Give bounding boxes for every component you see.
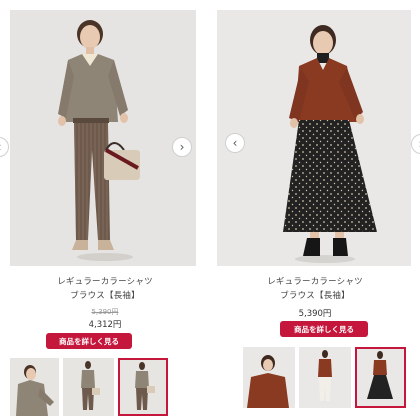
- thumbnail-strip: [243, 347, 406, 408]
- product-name-line2: ブラウス【長袖】: [280, 291, 350, 301]
- thumbnail-white-pants[interactable]: [299, 347, 351, 408]
- thumbnail-image: [299, 347, 351, 408]
- thumbnail-strip: [10, 358, 168, 416]
- model-rust-shirt-image: [217, 10, 411, 266]
- thumbnail-full-body[interactable]: [63, 358, 114, 416]
- next-image-arrow-icon[interactable]: ›: [172, 137, 192, 157]
- view-details-button[interactable]: 商品を詳しく見る: [46, 333, 132, 349]
- product-name-line1: レギュラーカラーシャツ: [57, 277, 153, 287]
- prev-image-arrow-icon[interactable]: ‹: [0, 137, 9, 157]
- thumbnail-image: [243, 347, 295, 408]
- thumbnail-front[interactable]: [10, 358, 59, 416]
- model-khaki-shirt-image: [10, 10, 196, 266]
- product-name-line1: レギュラーカラーシャツ: [267, 277, 363, 287]
- prev-image-arrow-icon[interactable]: ‹: [225, 133, 245, 153]
- thumbnail-image: [63, 358, 114, 416]
- product-card-right: ‹ › レギュラーカラーシャツ ブラウス【長袖】 5,390円 商品を詳しく見る: [210, 0, 420, 420]
- product-main-image[interactable]: ›: [10, 10, 196, 266]
- view-details-button[interactable]: 商品を詳しく見る: [280, 321, 368, 337]
- product-name-line2: ブラウス【長袖】: [70, 291, 140, 301]
- next-image-arrow-icon[interactable]: ›: [411, 134, 420, 154]
- thumbnail-side[interactable]: [118, 358, 168, 416]
- price: 5,390円: [298, 309, 332, 319]
- sale-price: 4,312円: [88, 320, 122, 330]
- original-price: 5,390円: [91, 308, 119, 316]
- product-card-left: › ‹ レギュラーカラーシャツ ブラウス【長袖】 5,390円 4,312円 商…: [0, 0, 210, 420]
- thumbnail-front[interactable]: [243, 347, 295, 408]
- thumbnail-skirt[interactable]: [355, 347, 406, 408]
- thumbnail-image: [10, 358, 59, 416]
- product-main-image[interactable]: ‹: [217, 10, 411, 266]
- thumbnail-image: [355, 347, 406, 408]
- thumbnail-image: [118, 358, 168, 416]
